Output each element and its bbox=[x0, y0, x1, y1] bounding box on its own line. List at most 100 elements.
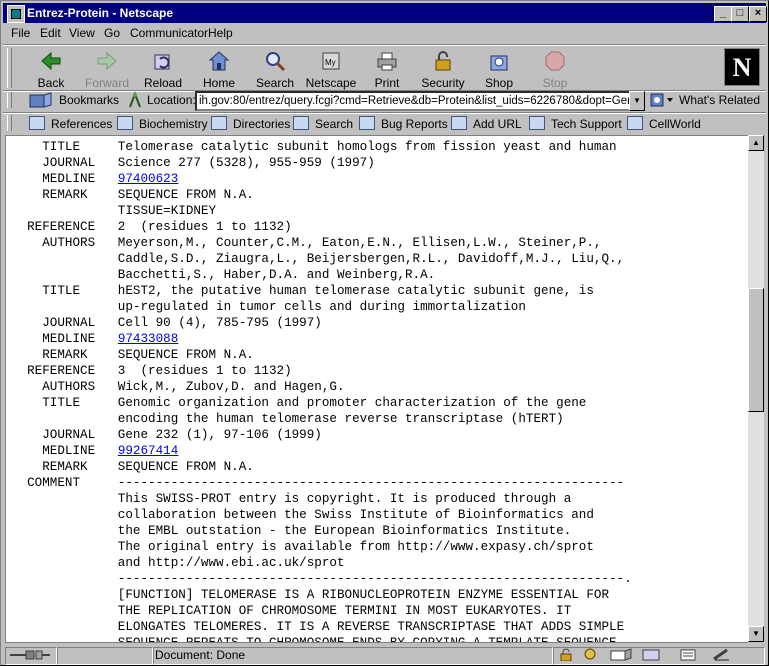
print-label: Print bbox=[374, 76, 400, 90]
medline-link[interactable]: 97433088 bbox=[118, 332, 178, 346]
bookmark-references[interactable]: References bbox=[29, 116, 112, 131]
navigator-icon[interactable] bbox=[579, 648, 601, 661]
scroll-up-button[interactable]: ▲ bbox=[748, 135, 764, 151]
vertical-scrollbar[interactable]: ▲ ▼ bbox=[748, 135, 764, 642]
menu-edit[interactable]: Edit bbox=[40, 26, 61, 40]
record-line: JOURNAL Science 277 (5328), 955-959 (199… bbox=[12, 156, 375, 170]
composer-icon[interactable] bbox=[679, 648, 699, 661]
toolbar-grip[interactable] bbox=[7, 115, 12, 131]
svg-text:My: My bbox=[325, 58, 336, 67]
reload-button[interactable]: Reload bbox=[137, 48, 189, 90]
netscape-logo[interactable] bbox=[724, 48, 760, 86]
menu-bar: File Edit View Go Communicator Help bbox=[3, 24, 766, 44]
record-line: JOURNAL Cell 90 (4), 785-795 (1997) bbox=[12, 316, 322, 330]
menu-go[interactable]: Go bbox=[104, 26, 120, 40]
record-line: MEDLINE bbox=[12, 172, 118, 186]
whats-related-button[interactable]: What's Related bbox=[679, 93, 760, 107]
forward-button[interactable]: Forward bbox=[81, 48, 133, 90]
reload-label: Reload bbox=[143, 76, 183, 90]
printer-icon bbox=[376, 50, 398, 72]
record-line: MEDLINE bbox=[12, 444, 118, 458]
maximize-button[interactable]: □ bbox=[731, 6, 749, 22]
bookmark-tech-support[interactable]: Tech Support bbox=[529, 116, 622, 131]
record-line: The original entry is available from htt… bbox=[12, 540, 594, 554]
bookmark-bug-reports[interactable]: Bug Reports bbox=[359, 116, 448, 131]
record-line: encoding the human telomerase reverse tr… bbox=[12, 412, 564, 426]
netscape-label: Netscape bbox=[305, 76, 357, 90]
scroll-thumb[interactable] bbox=[748, 288, 764, 412]
shop-icon bbox=[488, 50, 510, 72]
personal-toolbar: References Biochemistry Directories Sear… bbox=[3, 113, 766, 135]
record-line: REMARK SEQUENCE FROM N.A. bbox=[12, 348, 254, 362]
home-button[interactable]: Home bbox=[193, 48, 245, 90]
netscape-app-icon bbox=[7, 5, 25, 23]
mailbox-icon[interactable] bbox=[609, 648, 633, 661]
navigation-toolbar: Back Forward Reload Home Search My Netsc… bbox=[3, 46, 766, 92]
record-line: Caddle,S.D., Ziaugra,L., Beijersbergen,R… bbox=[12, 252, 625, 266]
netscape-button[interactable]: My Netscape bbox=[305, 48, 357, 90]
record-line: ----------------------------------------… bbox=[12, 572, 632, 586]
bookmark-label: References bbox=[51, 117, 113, 131]
browser-window: Entrez-Protein - Netscape _ □ × File Edi… bbox=[0, 0, 769, 666]
stop-icon bbox=[544, 50, 566, 72]
home-icon bbox=[208, 50, 230, 72]
record-line: This SWISS-PROT entry is copyright. It i… bbox=[12, 492, 572, 506]
menu-view[interactable]: View bbox=[69, 26, 95, 40]
padlock-icon bbox=[432, 50, 454, 72]
record-line: collaboration between the Swiss Institut… bbox=[12, 508, 594, 522]
bookmark-folder-icon bbox=[29, 116, 45, 130]
menu-file[interactable]: File bbox=[11, 26, 30, 40]
record-line: and http://www.ebi.ac.uk/sprot bbox=[12, 556, 345, 570]
security-status-icon[interactable] bbox=[559, 648, 573, 661]
minimize-button[interactable]: _ bbox=[714, 6, 732, 22]
shop-button[interactable]: Shop bbox=[473, 48, 525, 90]
bookmarks-button[interactable]: Bookmarks bbox=[59, 93, 119, 107]
security-button[interactable]: Security bbox=[417, 48, 469, 90]
record-line: up-regulated in tumor cells and during i… bbox=[12, 300, 526, 314]
print-button[interactable]: Print bbox=[361, 48, 413, 90]
bookmarks-icon bbox=[27, 91, 53, 112]
bookmark-directories[interactable]: Directories bbox=[211, 116, 290, 131]
record-line: REMARK SEQUENCE FROM N.A. bbox=[12, 188, 254, 202]
bookmark-add-url[interactable]: Add URL bbox=[451, 116, 522, 131]
reload-icon bbox=[152, 50, 174, 72]
record-line: ELONGATES TELOMERES. IT IS A REVERSE TRA… bbox=[12, 620, 625, 634]
whats-related-icon bbox=[649, 91, 675, 112]
record-line: the EMBL outstation - the European Bioin… bbox=[12, 524, 572, 538]
scroll-down-button[interactable]: ▼ bbox=[748, 626, 764, 642]
bookmark-biochemistry[interactable]: Biochemistry bbox=[117, 116, 208, 131]
bookmark-folder-icon bbox=[451, 116, 467, 130]
bookmark-folder-icon bbox=[627, 116, 643, 130]
toolbar-grip[interactable] bbox=[7, 48, 12, 88]
stop-button[interactable]: Stop bbox=[529, 48, 581, 90]
medline-link[interactable]: 99267414 bbox=[118, 444, 178, 458]
security-label: Security bbox=[421, 76, 465, 90]
bookmark-cellworld[interactable]: CellWorld bbox=[627, 116, 701, 131]
record-line: [FUNCTION] TELOMERASE IS A RIBONUCLEOPRO… bbox=[12, 588, 610, 602]
search-icon bbox=[264, 50, 286, 72]
bookmark-folder-icon bbox=[117, 116, 133, 130]
search-button[interactable]: Search bbox=[249, 48, 301, 90]
bookmark-search[interactable]: Search bbox=[293, 116, 353, 131]
close-button[interactable]: × bbox=[749, 6, 767, 22]
back-button[interactable]: Back bbox=[25, 48, 77, 90]
bookmark-label: CellWorld bbox=[649, 117, 701, 131]
search-label: Search bbox=[255, 76, 295, 90]
progress-panel bbox=[57, 647, 153, 665]
menu-help[interactable]: Help bbox=[208, 26, 233, 40]
netscape-icon: My bbox=[320, 50, 342, 72]
bookmark-label: Bug Reports bbox=[381, 117, 448, 131]
bookmark-label: Search bbox=[315, 117, 354, 131]
bookmark-folder-icon bbox=[211, 116, 227, 130]
medline-link[interactable]: 97400623 bbox=[118, 172, 178, 186]
discussion-icon[interactable] bbox=[641, 648, 663, 661]
url-field[interactable]: ih.gov:80/entrez/query.fcgi?cmd=Retrieve… bbox=[195, 91, 633, 111]
status-text: Document: Done bbox=[155, 648, 246, 662]
pencil-icon[interactable] bbox=[711, 648, 733, 661]
record-line: TITLE hEST2, the putative human telomera… bbox=[12, 284, 594, 298]
chevron-down-icon[interactable]: ▼ bbox=[629, 91, 645, 111]
toolbar-grip[interactable] bbox=[7, 92, 12, 108]
title-bar: Entrez-Protein - Netscape _ □ × bbox=[3, 3, 767, 23]
menu-communicator[interactable]: Communicator bbox=[130, 26, 208, 40]
location-label: Location: bbox=[147, 93, 196, 107]
